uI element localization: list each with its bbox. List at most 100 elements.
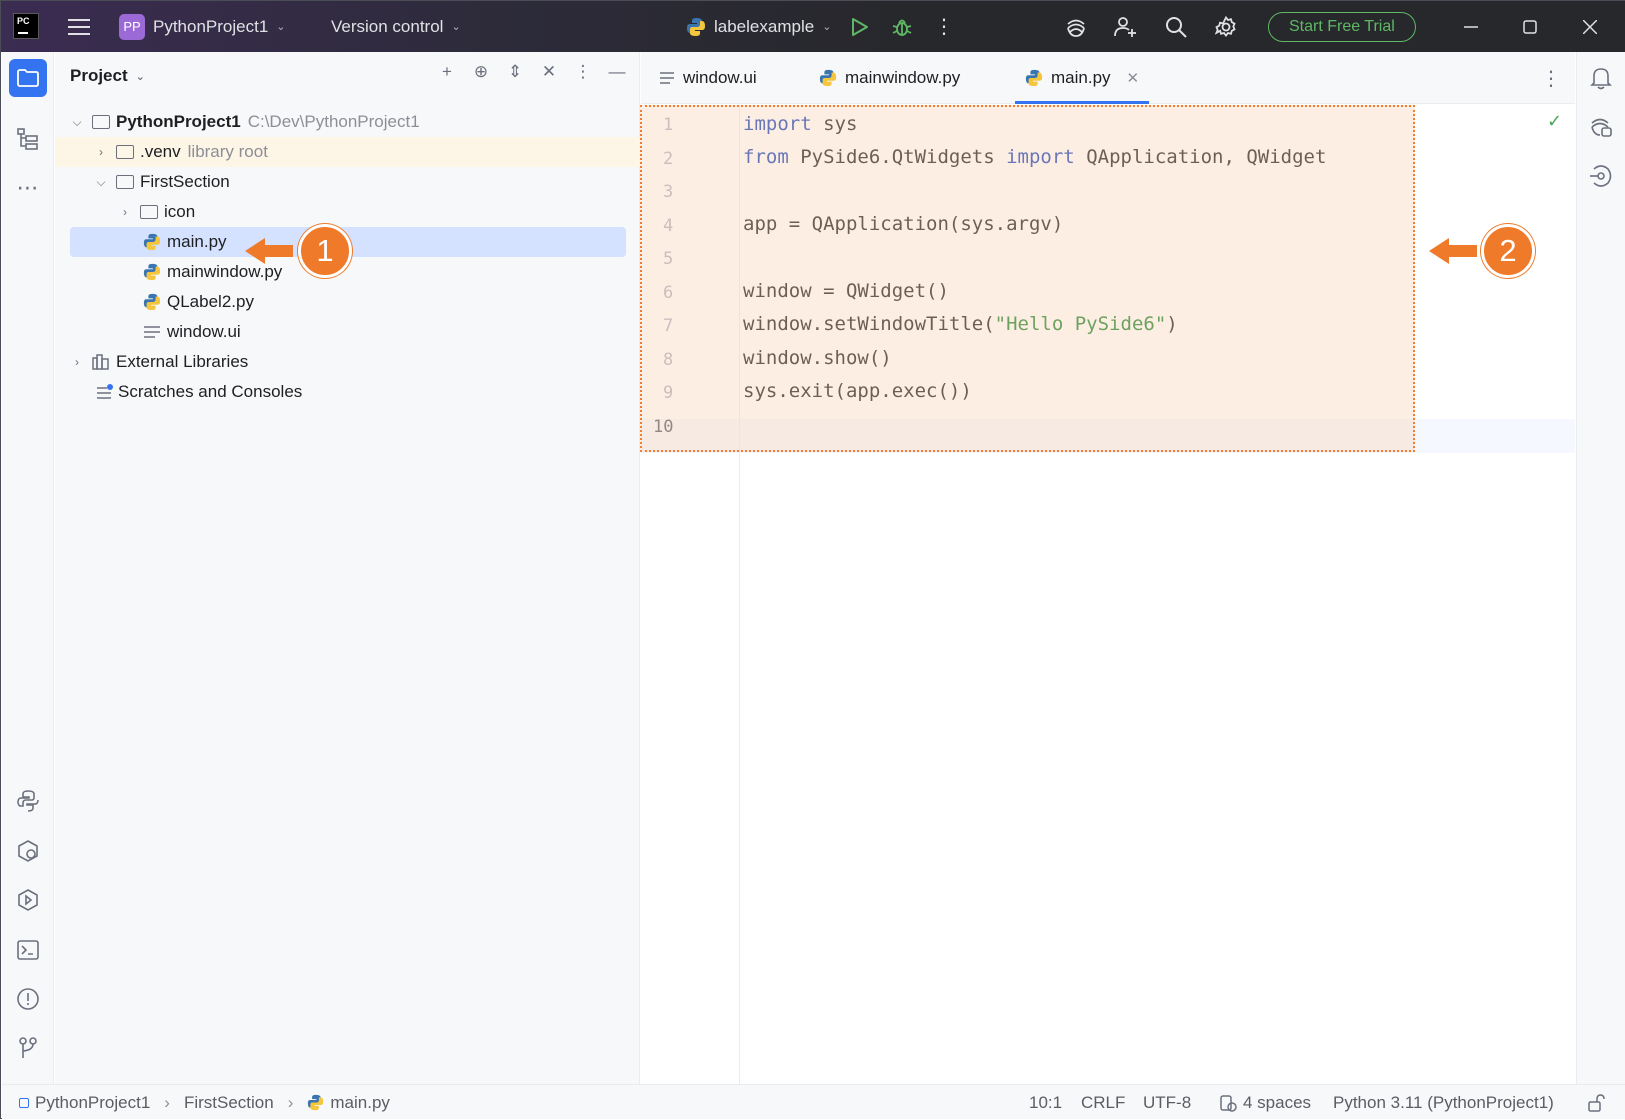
editor-tabs: window.ui mainwindow.py main.py ✕ ⋮ (641, 52, 1575, 104)
folder-icon (116, 175, 134, 189)
no-problems-check-icon[interactable]: ✓ (1547, 111, 1562, 132)
tab-mainwindow-py[interactable]: mainwindow.py (819, 52, 960, 104)
minimize-icon (1464, 25, 1478, 28)
tree-item-project-root[interactable]: ⌵ PythonProject1 C:\Dev\PythonProject1 (55, 107, 640, 137)
tab-main-py[interactable]: main.py ✕ (1014, 52, 1150, 104)
run-config-selector[interactable]: labelexample ⌄ (686, 1, 831, 52)
run-tool-button[interactable] (9, 881, 47, 919)
debug-button[interactable] (885, 1, 919, 52)
tree-item-qlabel2-py[interactable]: QLabel2.py (55, 287, 640, 317)
terminal-tool-button[interactable] (9, 931, 47, 969)
ai-chat-button[interactable] (1582, 108, 1620, 146)
code-with-me-button[interactable] (1109, 1, 1143, 52)
python-file-icon (143, 293, 161, 311)
expand-all-icon[interactable]: ⇕ (505, 62, 525, 82)
tree-item-firstsection[interactable]: ⌵ FirstSection (55, 167, 640, 197)
endpoint-icon (1590, 165, 1612, 187)
search-everywhere-button[interactable] (1159, 1, 1193, 52)
project-badge: PP (119, 13, 145, 40)
maximize-icon (1523, 19, 1537, 34)
left-tool-window-bar: ⋯ (2, 52, 54, 1084)
breadcrumb: PythonProject1 › FirstSection › main.py (19, 1085, 390, 1120)
project-tool-button[interactable] (9, 59, 47, 97)
terminal-icon (17, 940, 39, 960)
text-file-icon (144, 326, 160, 338)
callout-badge-1: 1 (298, 224, 352, 278)
text-file-icon (660, 72, 674, 84)
structure-tool-button[interactable] (9, 120, 47, 158)
collapse-all-icon[interactable]: ✕ (539, 62, 559, 82)
main-menu-button[interactable] (65, 1, 93, 52)
indent-settings[interactable]: 4 spaces (1219, 1085, 1311, 1120)
tab-label: mainwindow.py (845, 68, 961, 87)
settings-button[interactable] (1209, 1, 1243, 52)
folder-icon (92, 115, 110, 129)
indent-label: 4 spaces (1243, 1092, 1312, 1112)
breadcrumb-item[interactable]: PythonProject1 (35, 1093, 150, 1113)
code-highlight-box (640, 105, 1415, 452)
locate-icon[interactable]: ⊕ (471, 62, 491, 82)
chat-spiral-icon (1591, 118, 1612, 137)
project-panel: Project ⌄ + ⊕ ⇕ ✕ ⋮ — ⌵ PythonProject1 C… (55, 52, 640, 1084)
ai-assistant-button[interactable] (1059, 1, 1093, 52)
tree-item-label: External Libraries (116, 352, 249, 371)
branch-icon (19, 1037, 37, 1058)
breadcrumb-item[interactable]: FirstSection (184, 1093, 274, 1113)
search-icon (1166, 16, 1187, 38)
tree-item-scratches[interactable]: Scratches and Consoles (55, 377, 640, 407)
add-user-icon (1114, 16, 1136, 37)
git-tool-button[interactable] (9, 1029, 47, 1067)
tab-window-ui[interactable]: window.ui (659, 52, 757, 104)
right-tool-window-bar (1576, 52, 1625, 1084)
tree-item-label: QLabel2.py (167, 292, 254, 311)
start-free-trial-button[interactable]: Start Free Trial (1268, 12, 1416, 42)
python-icon (687, 17, 705, 36)
tree-item-venv[interactable]: › .venv library root (55, 137, 640, 167)
bell-icon (1590, 68, 1612, 90)
close-button[interactable] (1560, 1, 1620, 52)
chevron-down-icon: ⌄ (451, 21, 461, 33)
run-config-label: labelexample (714, 16, 815, 36)
library-icon (92, 354, 109, 370)
breadcrumb-item[interactable]: main.py (330, 1093, 390, 1113)
file-encoding[interactable]: UTF-8 (1143, 1085, 1191, 1120)
project-panel-title[interactable]: Project ⌄ (70, 66, 145, 86)
minimize-button[interactable] (1441, 1, 1501, 52)
python-interpreter[interactable]: Python 3.11 (PythonProject1) (1333, 1085, 1554, 1120)
version-control-menu[interactable]: Version control ⌄ (331, 1, 461, 52)
run-button[interactable] (843, 1, 877, 52)
tree-item-window-ui[interactable]: window.ui (55, 317, 640, 347)
notifications-button[interactable] (1582, 59, 1620, 97)
problems-tool-button[interactable] (9, 980, 47, 1018)
chevron-down-icon: ⌵ (72, 114, 82, 129)
chevron-right-icon: › (164, 1092, 170, 1112)
new-file-icon[interactable]: + (437, 62, 457, 82)
project-switcher[interactable]: PP PythonProject1 ⌄ (119, 1, 286, 52)
more-vertical-icon: ⋮ (934, 15, 954, 38)
line-separator[interactable]: CRLF (1081, 1085, 1125, 1120)
close-tab-icon[interactable]: ✕ (1127, 69, 1140, 87)
tab-options-button[interactable]: ⋮ (1541, 52, 1561, 104)
python-packages-button[interactable] (9, 782, 47, 820)
gear-icon (1215, 15, 1236, 37)
unlock-icon (1588, 1093, 1605, 1112)
read-only-toggle[interactable] (1587, 1085, 1605, 1120)
more-actions-button[interactable]: ⋮ (927, 1, 961, 52)
options-icon[interactable]: ⋮ (573, 62, 593, 82)
tree-item-icon-folder[interactable]: › icon (55, 197, 640, 227)
folder-icon (116, 145, 134, 159)
tree-item-external-libraries[interactable]: › External Libraries (55, 347, 640, 377)
maximize-button[interactable] (1500, 1, 1560, 52)
status-bar: PythonProject1 › FirstSection › main.py … (2, 1084, 1625, 1119)
caret-position[interactable]: 10:1 (1029, 1085, 1062, 1120)
chevron-down-icon: ⌄ (822, 21, 832, 33)
endpoints-button[interactable] (1582, 157, 1620, 195)
tree-item-label: FirstSection (140, 172, 230, 191)
tree-item-label: PythonProject1 (116, 112, 241, 131)
chevron-down-icon: ⌄ (135, 70, 145, 83)
hide-icon[interactable]: — (607, 62, 627, 82)
python-console-button[interactable] (9, 832, 47, 870)
tree-item-label: Scratches and Consoles (118, 382, 303, 401)
run-circle-icon (18, 889, 38, 911)
more-tools-button[interactable]: ⋯ (9, 169, 47, 207)
